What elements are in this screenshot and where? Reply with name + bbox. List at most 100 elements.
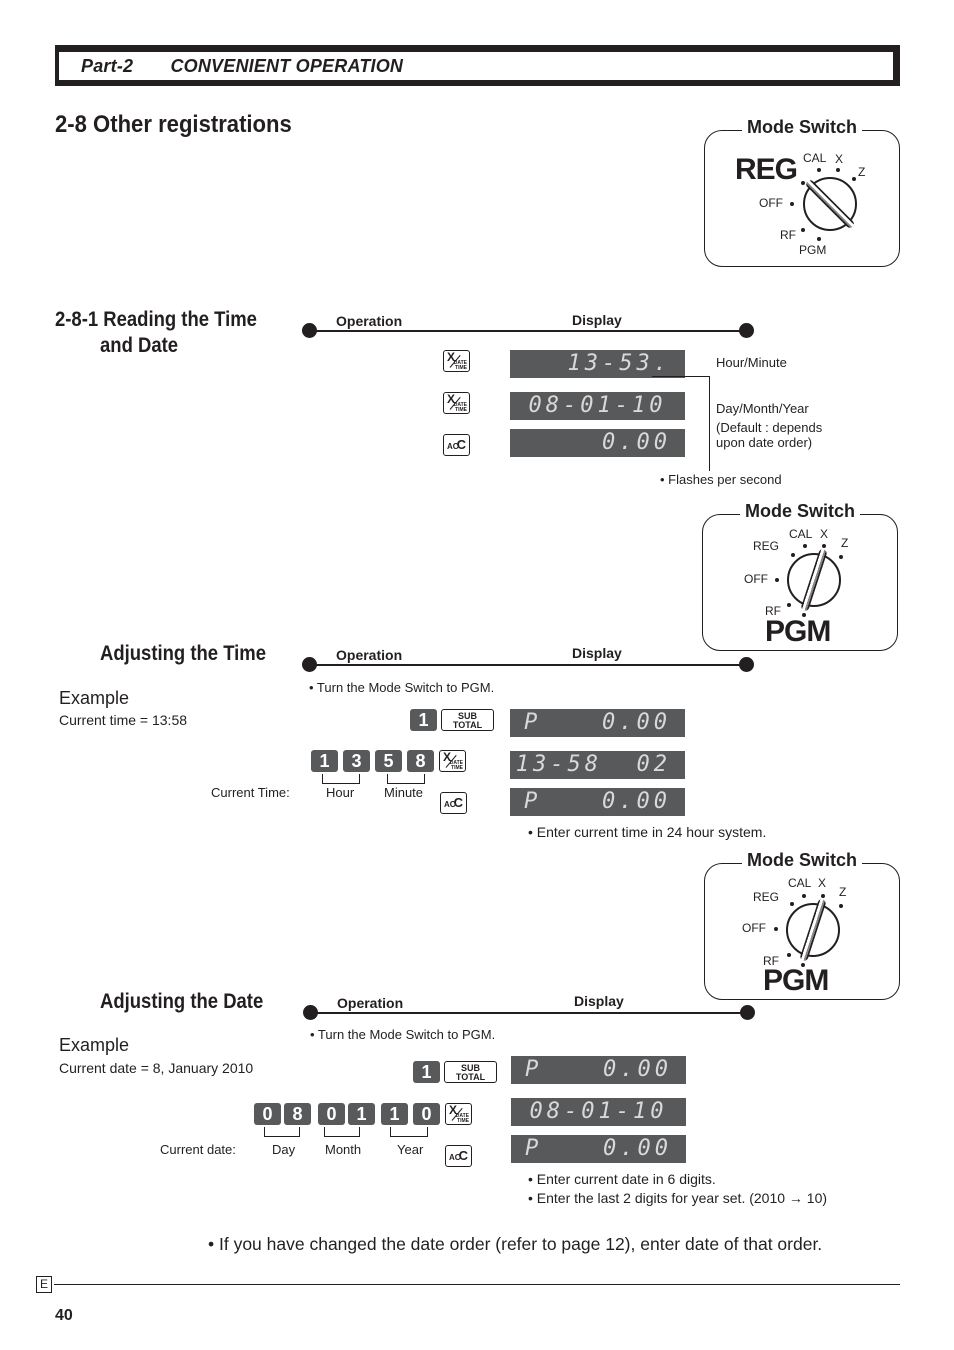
lcd-display: P 0.00 [511,1056,686,1084]
dot-reg [791,553,795,557]
example-text: Current time = 13:58 [59,712,188,728]
mode-pgm-label: PGM [763,964,829,997]
dot-off [775,578,779,582]
day-label: Day [272,1142,296,1157]
key-1[interactable]: 1 [410,709,437,731]
hour-label: Hour [326,785,355,800]
display-header: Display [572,312,622,328]
lcd-value: 13-58 02 [515,752,671,777]
key-total-label: TOTAL [455,1072,486,1082]
rule-dot-right [740,1005,755,1020]
day-bracket [264,1127,300,1137]
ac-clear-key[interactable]: AC C [445,1145,472,1167]
mode-switch-title: Mode Switch [741,117,862,137]
operation-header: Operation [336,313,403,329]
digit-key[interactable]: 1 [311,750,338,772]
lcd-value: 0.00 [602,430,671,455]
lcd-display: 0.00 [510,429,685,457]
adjust-time-rule [302,657,754,672]
date-time-key[interactable]: X DATE TIME [443,350,470,372]
digit-key[interactable]: 8 [407,750,434,772]
digit-key[interactable]: 5 [375,750,402,772]
dot-z [839,904,843,908]
mode-pgm-label: PGM [799,243,827,257]
month-label: Month [325,1142,362,1157]
ac-clear-key[interactable]: AC C [443,434,470,456]
date-time-key[interactable]: X DATE TIME [445,1103,472,1125]
lcd-value: 0.00 [603,1136,672,1161]
dot-cal [817,168,821,172]
language-badge: E [36,1276,52,1293]
date-caption: Current date: [160,1142,236,1157]
digit-key[interactable]: 0 [413,1103,440,1125]
reading-title-line2: and Date [100,334,179,357]
dot-rf [801,228,805,232]
lcd-display: P 0.00 [510,709,685,737]
digit-key[interactable]: 1 [348,1103,375,1125]
dot-off [790,202,794,206]
mode-x-label: X [820,527,829,541]
adjust-time-title: Adjusting the Time [100,642,266,665]
operation-header: Operation [336,647,403,663]
reading-title-line1: 2-8-1 Reading the Time [55,308,257,331]
leader-line [709,376,710,471]
lcd-value: 08-01-10 [528,393,667,418]
leader-line [652,376,710,377]
dot-z [839,555,843,559]
date-note-2: • Enter the last 2 digits for year set. … [528,1190,828,1206]
month-bracket [324,1127,360,1137]
date-time-key[interactable]: X DATE TIME [439,750,466,772]
digit-key[interactable]: 3 [343,750,370,772]
dot-cal [802,894,806,898]
example-label: Example [59,1035,130,1055]
mode-reg-label: REG [735,153,798,186]
section-title: 2-8 Other registrations [55,111,292,138]
lcd-value: 0.00 [602,789,671,814]
subtotal-key[interactable]: SUB TOTAL [441,709,494,731]
subtotal-key[interactable]: SUB TOTAL [444,1061,497,1083]
rule-dot-left [302,323,317,338]
digit-key[interactable]: 0 [318,1103,345,1125]
dot-reg [790,902,794,906]
adjust-date-rule [303,1005,755,1020]
rule-dot-left [302,657,317,672]
dot-pgm [817,237,821,241]
date-time-key[interactable]: X DATE TIME [443,392,470,414]
lcd-value: 0.00 [603,1057,672,1082]
key-c-label: C [453,795,463,810]
mode-reg-label: REG [753,890,780,904]
digit-key[interactable]: 8 [284,1103,311,1125]
operation-header: Operation [337,995,404,1011]
mode-z-label: Z [858,165,866,179]
rule-dot-right [739,657,754,672]
mode-knob[interactable] [803,177,857,231]
mode-cal-label: CAL [788,876,812,890]
note-default-1: (Default : depends [716,420,823,435]
lcd-display: P 0.00 [511,1135,686,1163]
mode-switch-pgm: Mode Switch REG CAL X Z OFF RF PGM [702,501,898,651]
note-dmy: Day/Month/Year [716,401,809,416]
mode-rf-label: RF [780,228,796,242]
footer-rule [54,1284,900,1285]
mode-pgm-label: PGM [765,615,831,648]
lcd-mode: P [525,1057,543,1082]
key-1[interactable]: 1 [413,1061,440,1083]
digit-key[interactable]: 0 [254,1103,281,1125]
mode-switch-title: Mode Switch [739,501,860,521]
mode-off-label: OFF [742,921,766,935]
mode-switch-title: Mode Switch [741,850,862,870]
dot-cal [803,544,807,548]
dot-rf [787,603,791,607]
ac-clear-key[interactable]: AC C [440,792,467,814]
knob-pointer [804,178,856,230]
lcd-mode: P [524,710,542,735]
mode-knob[interactable] [786,898,840,962]
key-time-label: TIME [455,365,467,371]
lcd-display: 13-58 02 [510,751,685,779]
knob-pointer [799,898,827,962]
part-header: Part-2 CONVENIENT OPERATION [55,45,900,86]
mode-knob[interactable] [787,548,841,612]
instruction: • Turn the Mode Switch to PGM. [310,1027,496,1042]
key-c-label: C [456,437,466,452]
digit-key[interactable]: 1 [381,1103,408,1125]
